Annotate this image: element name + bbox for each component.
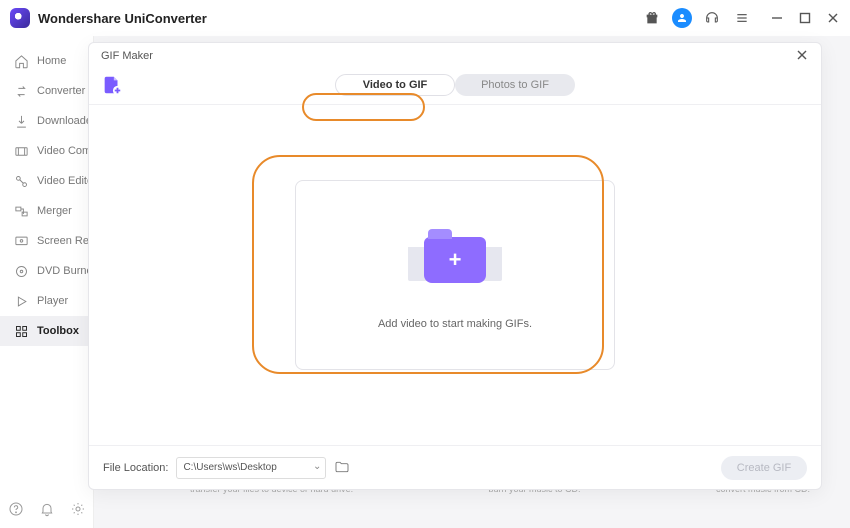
sidebar-item-video-compressor[interactable]: Video Compressor xyxy=(0,136,93,166)
dropzone-hint: Add video to start making GIFs. xyxy=(378,318,532,330)
sidebar-item-toolbox[interactable]: Toolbox xyxy=(0,316,93,346)
notifications-icon[interactable] xyxy=(38,500,56,518)
hamburger-menu-icon[interactable] xyxy=(732,8,752,28)
sidebar-item-label: Home xyxy=(37,55,66,67)
window-minimize-button[interactable] xyxy=(770,11,784,25)
window-close-button[interactable] xyxy=(826,11,840,25)
sidebar-item-label: Toolbox xyxy=(37,325,79,337)
sidebar-item-converter[interactable]: Converter xyxy=(0,76,93,106)
app-logo xyxy=(10,8,30,28)
gif-maker-modal: GIF Maker Video to GIF Photos to GIF xyxy=(88,42,822,490)
file-location-value: C:\Users\ws\Desktop xyxy=(183,462,276,473)
folder-plus-icon: + xyxy=(395,220,515,300)
file-location-dropdown[interactable]: C:\Users\ws\Desktop ⌄ xyxy=(176,457,326,479)
sidebar-item-merger[interactable]: Merger xyxy=(0,196,93,226)
file-location-label: File Location: xyxy=(103,462,168,474)
sidebar-item-label: Video Editor xyxy=(37,175,93,187)
gift-icon[interactable] xyxy=(642,8,662,28)
sidebar-item-player[interactable]: Player xyxy=(0,286,93,316)
add-file-icon[interactable] xyxy=(101,74,123,96)
sidebar-item-label: Screen Recorder xyxy=(37,235,93,247)
browse-folder-button[interactable] xyxy=(334,459,352,477)
help-icon[interactable] xyxy=(7,500,25,518)
modal-title: GIF Maker xyxy=(101,50,153,62)
sidebar-item-downloader[interactable]: Downloader xyxy=(0,106,93,136)
sidebar-item-screen-recorder[interactable]: Screen Recorder xyxy=(0,226,93,256)
chevron-down-icon: ⌄ xyxy=(313,461,321,472)
sidebar-item-label: DVD Burner xyxy=(37,265,93,277)
sidebar-item-label: Downloader xyxy=(37,115,93,127)
sidebar-item-label: Converter xyxy=(37,85,85,97)
user-avatar-icon[interactable] xyxy=(672,8,692,28)
window-maximize-button[interactable] xyxy=(798,11,812,25)
sidebar-item-home[interactable]: Home xyxy=(0,46,93,76)
add-video-dropzone[interactable]: + Add video to start making GIFs. xyxy=(295,180,615,370)
modal-close-button[interactable] xyxy=(795,48,809,65)
support-icon[interactable] xyxy=(702,8,722,28)
sidebar-item-label: Merger xyxy=(37,205,72,217)
sidebar-item-dvd-burner[interactable]: DVD Burner xyxy=(0,256,93,286)
tab-video-to-gif[interactable]: Video to GIF xyxy=(335,74,455,96)
settings-icon[interactable] xyxy=(69,500,87,518)
sidebar-item-label: Video Compressor xyxy=(37,145,93,157)
app-title: Wondershare UniConverter xyxy=(38,11,207,26)
sidebar-item-video-editor[interactable]: Video Editor xyxy=(0,166,93,196)
tab-photos-to-gif[interactable]: Photos to GIF xyxy=(455,74,575,96)
sidebar-item-label: Player xyxy=(37,295,68,307)
sidebar: Home Converter Downloader Video Compress… xyxy=(0,36,94,528)
create-gif-button: Create GIF xyxy=(721,456,807,480)
